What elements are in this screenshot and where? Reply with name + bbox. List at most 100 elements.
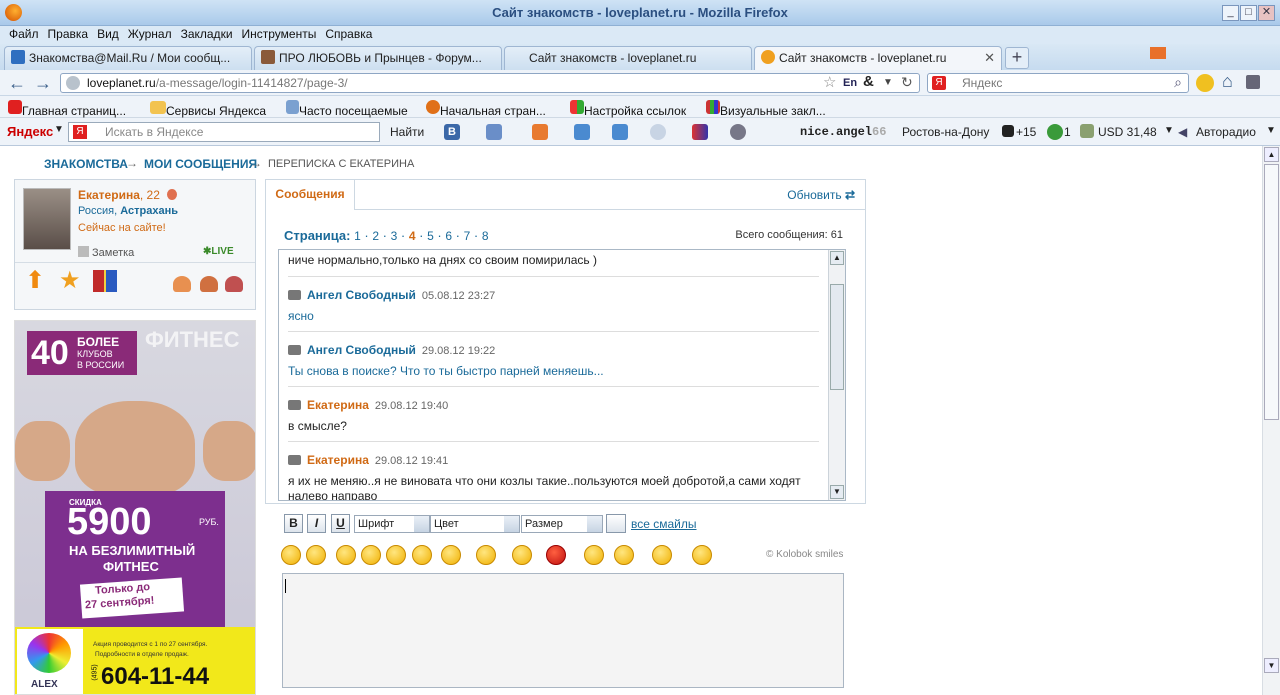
scroll-thumb[interactable]	[830, 284, 844, 390]
cool-smile-icon[interactable]	[386, 545, 406, 565]
bye-smile-icon[interactable]	[692, 545, 712, 565]
tab-loveplanet-active[interactable]: Сайт знакомств - loveplanet.ru ✕	[754, 46, 1002, 71]
back-arrow-icon[interactable]: ←	[8, 73, 26, 94]
mail-envelope-icon[interactable]	[486, 124, 502, 140]
forward-arrow-icon[interactable]: →	[34, 73, 52, 94]
message-scrollbar[interactable]: ▲ ▼	[828, 250, 845, 500]
notification-count[interactable]: 1	[1064, 125, 1071, 139]
home-icon[interactable]: ⌂	[1222, 71, 1233, 92]
page-link[interactable]: 1	[354, 229, 361, 243]
page-link[interactable]: 3	[391, 229, 398, 243]
insert-smiles-icon[interactable]	[606, 514, 626, 533]
sad-smile-icon[interactable]	[306, 545, 326, 565]
font-select[interactable]: Шрифт	[354, 515, 430, 533]
scroll-down-icon[interactable]: ▼	[1264, 658, 1279, 673]
message-author[interactable]: Екатерина	[307, 398, 369, 412]
bookmark-yandex-services[interactable]: Сервисы Яндекса	[150, 100, 266, 118]
note-link[interactable]: Заметка	[78, 246, 134, 259]
tab-loveplanet-1[interactable]: Сайт знакомств - loveplanet.ru	[504, 46, 752, 70]
devil-smile-icon[interactable]	[546, 545, 566, 565]
dropdown-arrow-icon[interactable]: ▼	[1164, 125, 1174, 136]
menu-view[interactable]: Вид	[97, 26, 119, 43]
angel-smile-icon[interactable]	[512, 545, 532, 565]
user-block-icon[interactable]	[225, 276, 243, 292]
scared-smile-icon[interactable]	[441, 545, 461, 565]
profile-name[interactable]: Екатерина	[78, 188, 140, 202]
tab-mail[interactable]: Знакомства@Mail.Ru / Мои сообщ...	[4, 46, 252, 70]
vk-icon[interactable]: В	[444, 124, 460, 140]
all-smiles-link[interactable]: все смайлы	[631, 517, 697, 531]
yandex-logo[interactable]: Яндекс	[7, 124, 53, 139]
close-button[interactable]: ✕	[1258, 5, 1275, 21]
menu-file[interactable]: Файл	[9, 26, 39, 43]
tab-messages[interactable]: Сообщения	[266, 180, 355, 210]
scroll-up-icon[interactable]: ▲	[830, 251, 844, 265]
page-link[interactable]: 6	[445, 229, 452, 243]
message-author[interactable]: Ангел Свободный	[307, 288, 416, 302]
bookmark-visual[interactable]: Визуальные закл...	[706, 100, 826, 118]
close-tab-icon[interactable]: ✕	[984, 47, 995, 69]
profile-city[interactable]: Астрахань	[120, 205, 178, 217]
page-link[interactable]: 8	[482, 229, 489, 243]
url-bar[interactable]: loveplanet.ru/a-message/login-11414827/p…	[60, 73, 920, 93]
message-list[interactable]: ниче нормально,только на днях со своим п…	[278, 249, 846, 501]
bookmark-star-icon[interactable]: ☆	[823, 74, 836, 92]
yandex-username[interactable]: nice.angel66	[800, 125, 886, 139]
yandex-find-button[interactable]: Найти	[390, 125, 424, 139]
page-link[interactable]: 2	[372, 229, 379, 243]
breadcrumb-messages[interactable]: МОИ СООБЩЕНИЯ	[144, 157, 257, 171]
radio-label[interactable]: Авторадио	[1196, 125, 1256, 139]
lang-indicator[interactable]: En	[843, 74, 857, 92]
scroll-up-icon[interactable]: ▲	[1264, 147, 1279, 162]
translate-icon[interactable]	[574, 124, 590, 140]
bookmark-start-page[interactable]: Начальная стран...	[426, 100, 546, 118]
dropdown-arrow-icon[interactable]: ▼	[883, 74, 893, 92]
color-select[interactable]: Цвет	[430, 515, 520, 533]
smile-icon[interactable]	[281, 545, 301, 565]
bookmark-link-settings[interactable]: Настройка ссылок	[570, 100, 686, 118]
ampersand-icon[interactable]: &	[863, 73, 874, 91]
tools-icon[interactable]	[1246, 75, 1260, 89]
maximize-button[interactable]: □	[1240, 5, 1257, 21]
settings-gear-icon[interactable]	[730, 124, 746, 140]
search-magnifier-icon[interactable]: ⌕	[1174, 73, 1182, 91]
thumbs-up-smile-icon[interactable]	[412, 545, 432, 565]
size-select[interactable]: Размер	[521, 515, 603, 533]
message-input[interactable]	[282, 573, 844, 688]
avatar[interactable]	[23, 188, 71, 250]
page-link[interactable]: 7	[464, 229, 471, 243]
menu-tools[interactable]: Инструменты	[242, 26, 317, 43]
odnoklassniki-icon[interactable]	[532, 124, 548, 140]
addon-icon[interactable]	[1196, 74, 1214, 92]
kiss-smile-icon[interactable]	[584, 545, 604, 565]
chat-bubble-icon[interactable]	[650, 124, 666, 140]
list-tabs-button[interactable]	[1150, 47, 1166, 59]
scroll-thumb[interactable]	[1264, 164, 1279, 420]
page-link[interactable]: 5	[427, 229, 434, 243]
star-icon[interactable]: ★	[59, 268, 81, 294]
bookmark-yandex-home[interactable]: Главная страниц...	[8, 100, 126, 118]
feeds-icon[interactable]	[612, 124, 628, 140]
menu-edit[interactable]: Правка	[48, 26, 89, 43]
love-smile-icon[interactable]	[614, 545, 634, 565]
yandex-search-input[interactable]: Я Искать в Яндексе	[68, 122, 380, 142]
up-arrow-icon[interactable]: ⬆	[25, 268, 45, 294]
user-alert-icon[interactable]	[200, 276, 218, 292]
weather-temp[interactable]: +15	[1016, 125, 1036, 139]
refresh-link[interactable]: Обновить ⇄	[787, 188, 855, 202]
menu-history[interactable]: Журнал	[128, 26, 172, 43]
tab-forum[interactable]: ПРО ЛЮБОВЬ и Прынцев - Форум...	[254, 46, 502, 70]
cry-smile-icon[interactable]	[361, 545, 381, 565]
browser-scrollbar[interactable]: ▲ ▼	[1262, 146, 1280, 695]
plain-smile-icon[interactable]	[476, 545, 496, 565]
reload-icon[interactable]: ↻	[901, 73, 913, 91]
minimize-button[interactable]: _	[1222, 5, 1239, 21]
bold-button[interactable]: B	[284, 514, 303, 533]
laugh-smile-icon[interactable]	[336, 545, 356, 565]
wink-smile-icon[interactable]	[652, 545, 672, 565]
breadcrumb-dating[interactable]: ЗНАКОМСТВА	[44, 157, 128, 171]
search-field[interactable]: Я Яндекс ⌕	[927, 73, 1189, 93]
gift-icon[interactable]	[93, 270, 117, 292]
message-author[interactable]: Екатерина	[307, 453, 369, 467]
menu-bookmarks[interactable]: Закладки	[181, 26, 233, 43]
